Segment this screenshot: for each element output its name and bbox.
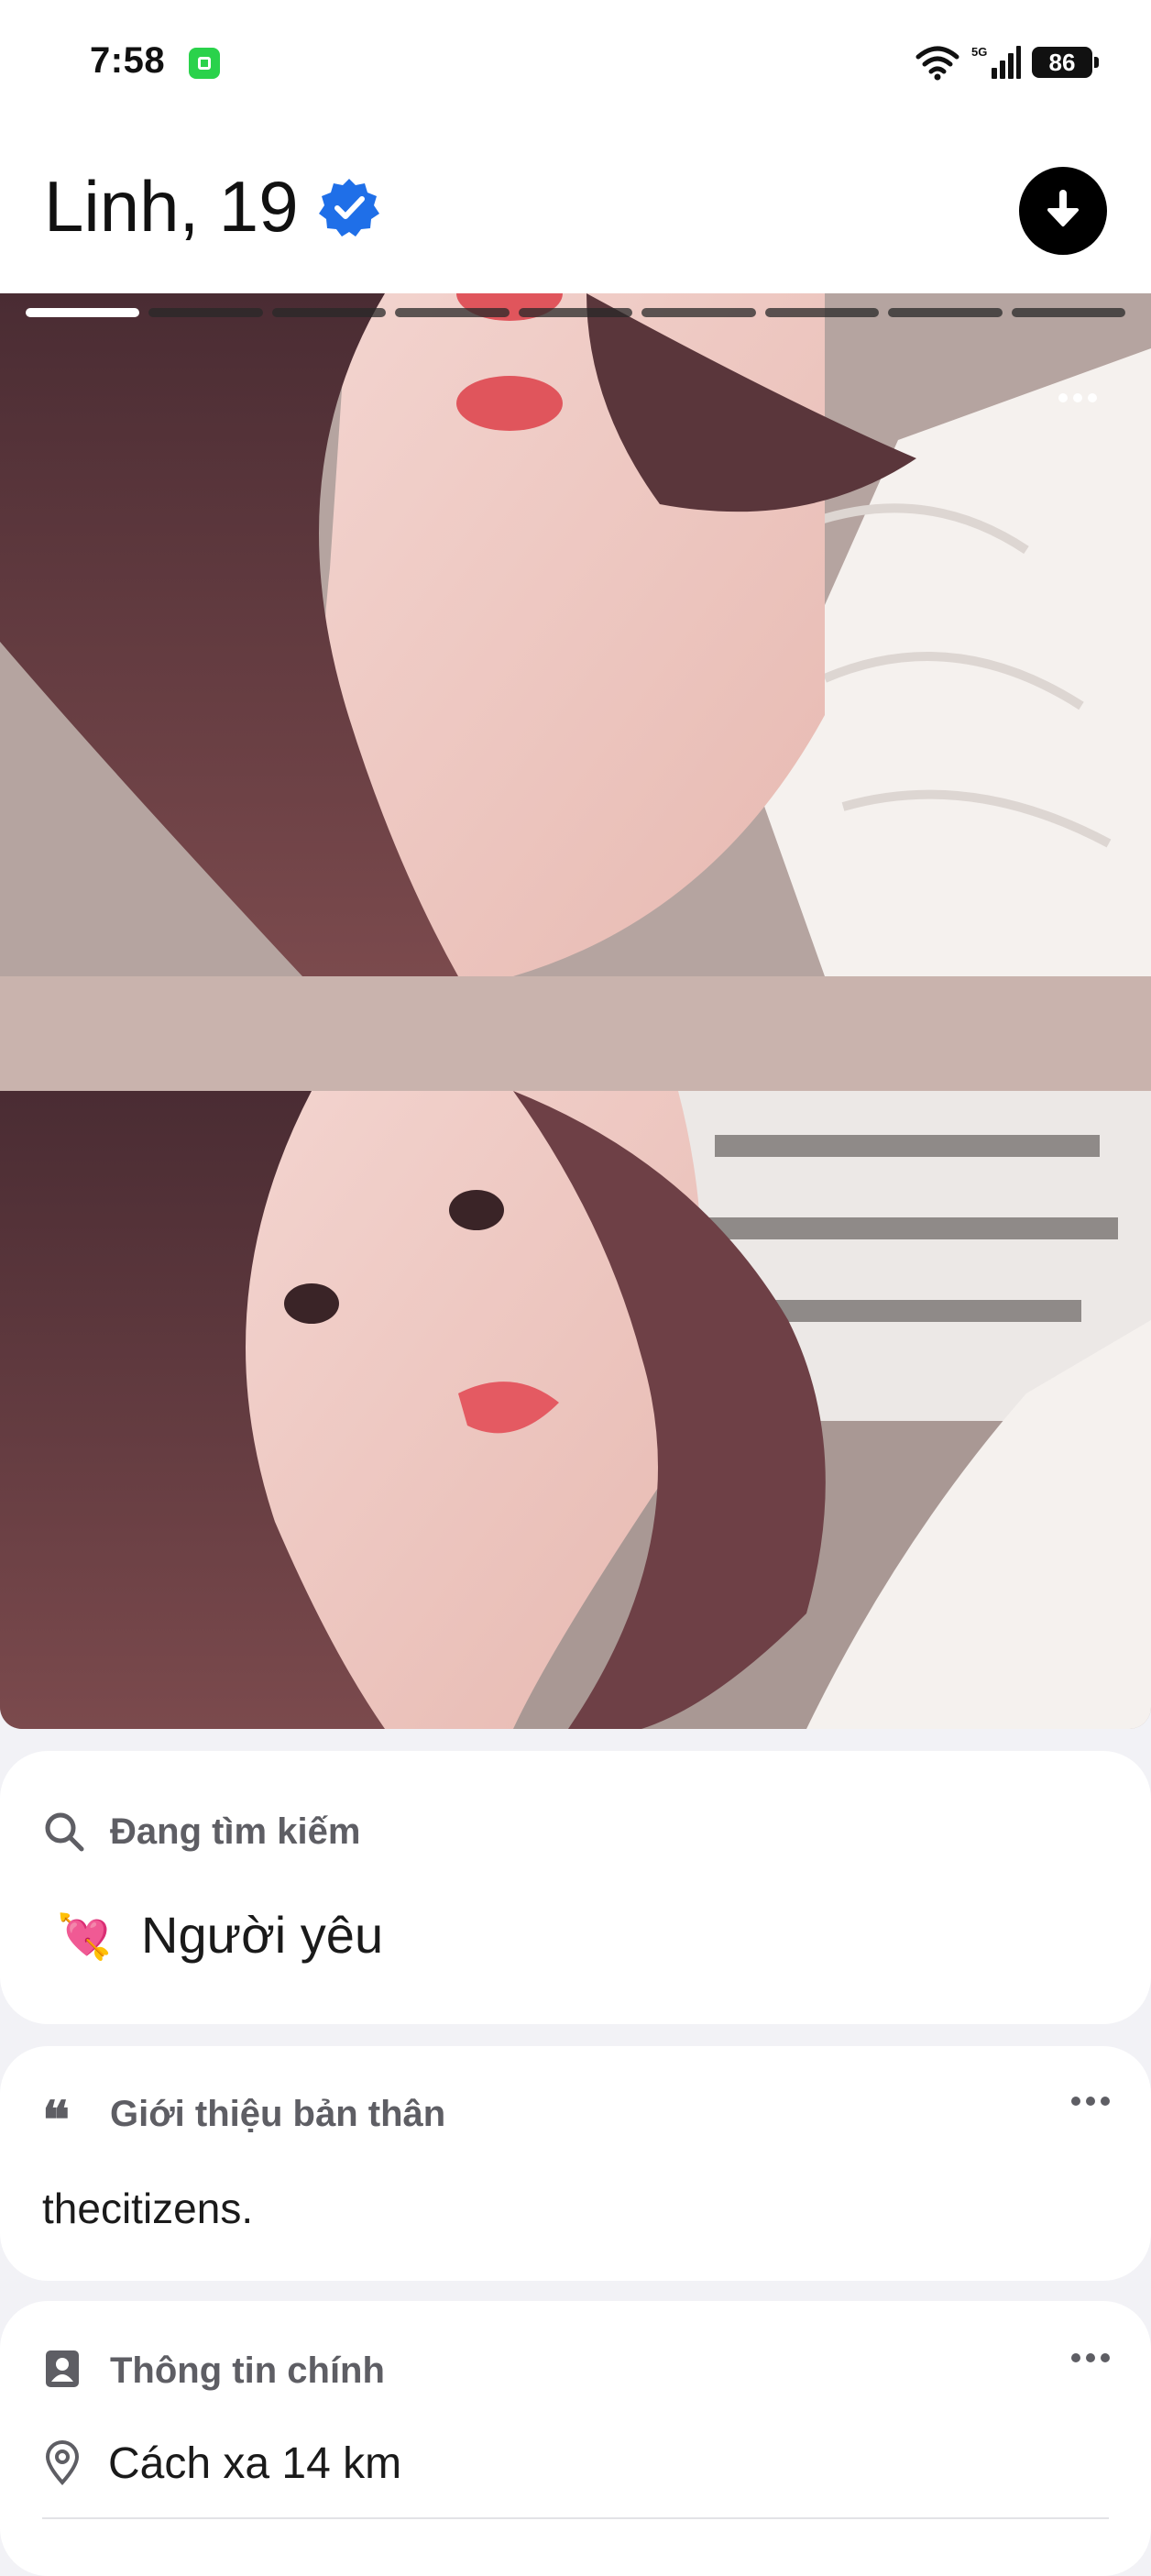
profile-header: Linh, 19: [0, 128, 1151, 293]
about-title: Giới thiệu bản thân: [110, 2094, 446, 2134]
photo-more-options-icon[interactable]: [1058, 392, 1098, 403]
status-bar: 7:58 5G 86: [0, 0, 1151, 128]
photo-indicator[interactable]: [641, 308, 756, 317]
quote-icon: ❝: [42, 2090, 71, 2151]
photo-indicator[interactable]: [395, 308, 510, 317]
wifi-icon: [915, 46, 959, 81]
app-notification-icon: [189, 48, 220, 79]
main-info-title: Thông tin chính: [110, 2350, 385, 2391]
photo-indicator[interactable]: [764, 308, 880, 317]
photo-indicator[interactable]: [271, 308, 387, 317]
about-text: thecitizens.: [42, 2185, 254, 2232]
collapse-profile-button[interactable]: [1019, 167, 1107, 255]
photo-indicator[interactable]: [888, 308, 1003, 317]
looking-for-emoji: 💘: [57, 1913, 112, 1962]
looking-for-title: Đang tìm kiếm: [110, 1811, 361, 1852]
photo-indicator[interactable]: [1011, 308, 1125, 317]
main-info-more-options-icon[interactable]: [1070, 2352, 1111, 2363]
profile-name-line: Linh, 19: [44, 165, 379, 248]
divider: [42, 2517, 1109, 2519]
cellular-signal-icon: 5G: [971, 45, 1021, 79]
looking-for-value: Người yêu: [141, 1906, 384, 1964]
photo-indicator[interactable]: [518, 308, 633, 317]
profile-photo[interactable]: [0, 293, 1151, 1729]
search-icon: [45, 1812, 84, 1852]
photo-indicator[interactable]: [148, 308, 263, 317]
verified-badge-icon: [318, 178, 379, 237]
battery-indicator: 86: [1032, 47, 1099, 78]
status-indicators: 5G 86: [915, 42, 1099, 83]
id-card-icon: [46, 2350, 79, 2387]
looking-for-card: Đang tìm kiếm 💘 Người yêu: [0, 1751, 1151, 2024]
about-more-options-icon[interactable]: [1070, 2096, 1111, 2107]
profile-name-age: Linh, 19: [44, 166, 299, 247]
status-time: 7:58: [90, 40, 166, 81]
network-type-label: 5G: [971, 45, 987, 59]
location-pin-icon: [45, 2440, 80, 2486]
distance-text: Cách xa 14 km: [108, 2439, 402, 2488]
photo-indicator[interactable]: [26, 308, 140, 317]
arrow-down-icon: [1047, 190, 1079, 226]
photo-progress-bar: [26, 308, 1125, 317]
main-info-card: Thông tin chính Cách xa 14 km: [0, 2301, 1151, 2576]
profile-photo-image: [0, 293, 1151, 1729]
about-card: ❝ Giới thiệu bản thân thecitizens.: [0, 2046, 1151, 2281]
